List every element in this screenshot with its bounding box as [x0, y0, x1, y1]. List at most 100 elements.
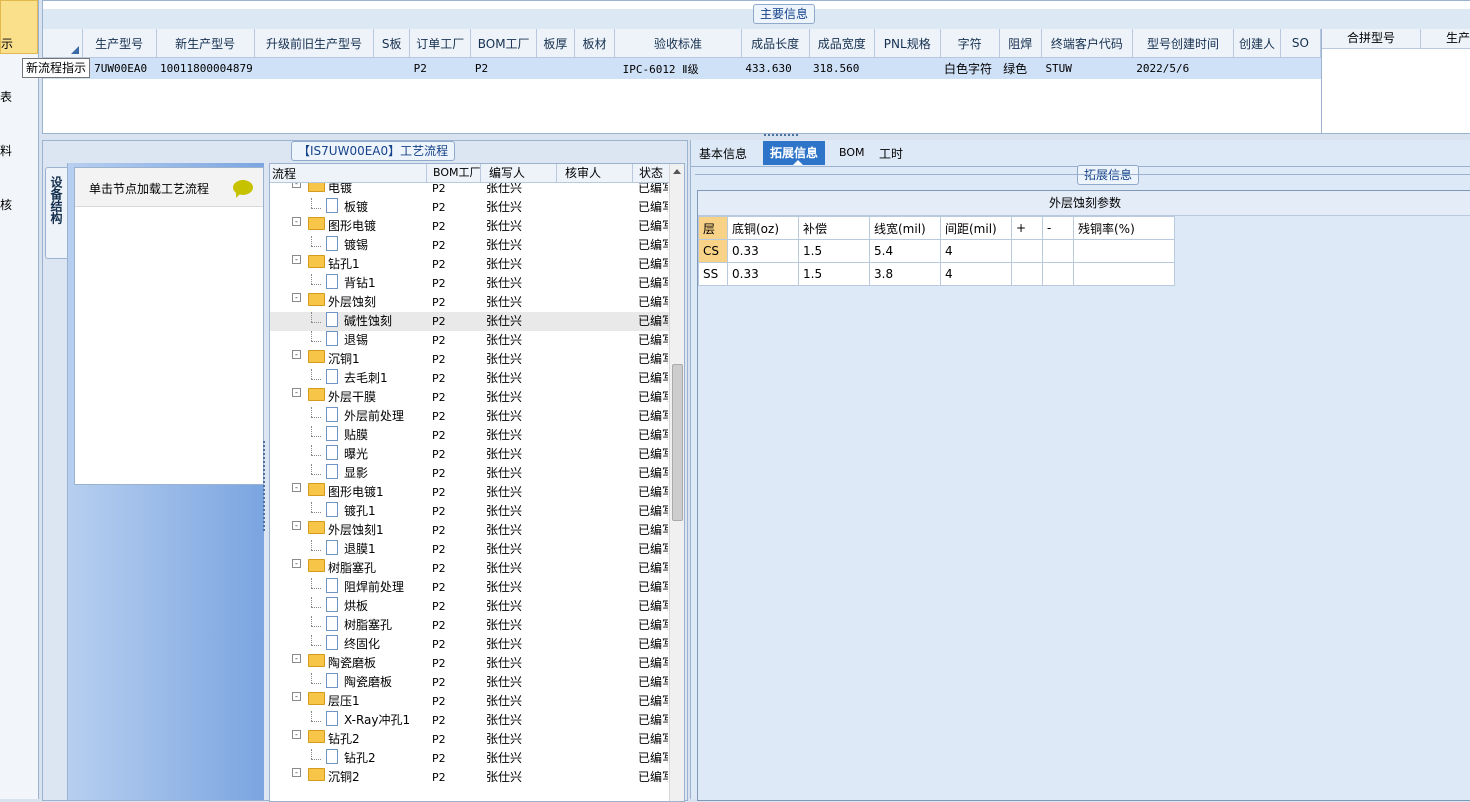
tree-row[interactable]: X-Ray冲孔1 P2 张仕兴 已编写: [270, 711, 682, 730]
col-header[interactable]: 状态: [632, 164, 663, 182]
tree-row[interactable]: 阻焊前处理 P2 张仕兴 已编写: [270, 578, 682, 597]
tree-row[interactable]: 曝光 P2 张仕兴 已编写: [270, 445, 682, 464]
tree-row[interactable]: - 外层蚀刻 P2 张仕兴 已编写: [270, 293, 682, 312]
tree-row[interactable]: 碱性蚀刻 P2 张仕兴 已编写: [270, 312, 682, 331]
col-header[interactable]: 升级前旧生产型号: [254, 29, 375, 58]
tree-row[interactable]: 去毛刺1 P2 张仕兴 已编写: [270, 369, 682, 388]
cell[interactable]: [1011, 239, 1043, 263]
col-header[interactable]: 残铜率(%): [1073, 216, 1175, 240]
tree-row[interactable]: 显影 P2 张仕兴 已编写: [270, 464, 682, 483]
tree-row[interactable]: 板镀 P2 张仕兴 已编写: [270, 198, 682, 217]
col-header[interactable]: 成品宽度: [809, 29, 875, 58]
cell[interactable]: [1011, 262, 1043, 286]
tree-row[interactable]: 镀孔1 P2 张仕兴 已编写: [270, 502, 682, 521]
merge-col-header[interactable]: 生产: [1446, 29, 1470, 48]
corner-cell[interactable]: [43, 29, 83, 58]
collapse-icon[interactable]: -: [292, 654, 301, 663]
collapse-icon[interactable]: -: [292, 388, 301, 397]
tree-row[interactable]: 退锡 P2 张仕兴 已编写: [270, 331, 682, 350]
left-nav-item-3[interactable]: 核: [0, 196, 12, 213]
hint-text[interactable]: 单击节点加载工艺流程: [89, 180, 209, 197]
tree-row[interactable]: - 树脂塞孔 P2 张仕兴 已编写: [270, 559, 682, 578]
cell[interactable]: [1042, 262, 1074, 286]
cell[interactable]: [1042, 239, 1074, 263]
col-header[interactable]: 流程: [272, 165, 296, 182]
collapse-icon[interactable]: -: [292, 255, 301, 264]
cell[interactable]: 1.5: [798, 262, 870, 286]
tree-row[interactable]: 钻孔2 P2 张仕兴 已编写: [270, 749, 682, 768]
col-header[interactable]: 字符: [940, 29, 1000, 58]
col-header[interactable]: 验收标准: [614, 29, 742, 58]
left-nav-item-2[interactable]: 料: [0, 142, 12, 159]
col-header[interactable]: S板: [373, 29, 411, 58]
cell[interactable]: 0.33: [727, 239, 799, 263]
col-header[interactable]: BOM工厂: [470, 29, 537, 58]
tab-basic-info[interactable]: 基本信息: [699, 145, 747, 162]
col-header[interactable]: SO: [1280, 29, 1321, 58]
tab-work-hours[interactable]: 工时: [879, 145, 903, 162]
col-header[interactable]: 终端客户代码: [1041, 29, 1133, 58]
tree-row[interactable]: 终固化 P2 张仕兴 已编写: [270, 635, 682, 654]
tree-row[interactable]: - 沉铜1 P2 张仕兴 已编写: [270, 350, 682, 369]
tree-row[interactable]: 退膜1 P2 张仕兴 已编写: [270, 540, 682, 559]
tree-row[interactable]: - 层压1 P2 张仕兴 已编写: [270, 692, 682, 711]
col-header[interactable]: 新生产型号: [156, 29, 255, 58]
tree-row[interactable]: - 钻孔1 P2 张仕兴 已编写: [270, 255, 682, 274]
cell[interactable]: 1.5: [798, 239, 870, 263]
tree-row[interactable]: - 图形电镀1 P2 张仕兴 已编写: [270, 483, 682, 502]
tree-row[interactable]: 镀锡 P2 张仕兴 已编写: [270, 236, 682, 255]
col-header[interactable]: BOM工厂: [426, 164, 481, 182]
col-header[interactable]: 板材: [574, 29, 616, 58]
table-row[interactable]: 7UW00EA0 10011800004879 P2 P2 IPC-6012 Ⅱ…: [43, 57, 1321, 79]
collapse-icon[interactable]: -: [292, 483, 301, 492]
cell[interactable]: [1073, 239, 1175, 263]
tree-row[interactable]: 树脂塞孔 P2 张仕兴 已编写: [270, 616, 682, 635]
cell[interactable]: 5.4: [869, 239, 941, 263]
cell[interactable]: [1073, 262, 1175, 286]
col-header[interactable]: 核审人: [556, 164, 601, 182]
tree-row[interactable]: 贴膜 P2 张仕兴 已编写: [270, 426, 682, 445]
tree-row[interactable]: - 外层蚀刻1 P2 张仕兴 已编写: [270, 521, 682, 540]
col-header[interactable]: 层: [698, 216, 728, 240]
scroll-thumb[interactable]: [672, 364, 683, 521]
collapse-icon[interactable]: -: [292, 293, 301, 302]
table-row[interactable]: SS 0.33 1.5 3.8 4: [698, 262, 1175, 286]
col-header[interactable]: 线宽(mil): [869, 216, 941, 240]
merge-col-header[interactable]: 合拼型号: [1322, 29, 1421, 48]
col-header[interactable]: 板厚: [536, 29, 575, 58]
tree-row[interactable]: - 外层干膜 P2 张仕兴 已编写: [270, 388, 682, 407]
col-header[interactable]: 间距(mil): [940, 216, 1012, 240]
tree-row[interactable]: 外层前处理 P2 张仕兴 已编写: [270, 407, 682, 426]
tree-row[interactable]: 陶瓷磨板 P2 张仕兴 已编写: [270, 673, 682, 692]
collapse-icon[interactable]: -: [292, 521, 301, 530]
collapse-icon[interactable]: -: [292, 217, 301, 226]
collapse-icon[interactable]: -: [292, 768, 301, 777]
col-header[interactable]: 阻焊: [999, 29, 1042, 58]
cell[interactable]: 0.33: [727, 262, 799, 286]
tree-row[interactable]: - 钻孔2 P2 张仕兴 已编写: [270, 730, 682, 749]
collapse-icon[interactable]: -: [292, 559, 301, 568]
tab-bom[interactable]: BOM: [839, 146, 865, 159]
scrollbar[interactable]: [669, 164, 684, 801]
tree-row[interactable]: - 沉铜2 P2 张仕兴 已编写: [270, 768, 682, 787]
table-row[interactable]: CS 0.33 1.5 5.4 4: [698, 239, 1175, 263]
left-nav-item-1[interactable]: 表: [0, 88, 12, 105]
tree-row[interactable]: - 图形电镀 P2 张仕兴 已编写: [270, 217, 682, 236]
tree-row[interactable]: - 陶瓷磨板 P2 张仕兴 已编写: [270, 654, 682, 673]
cell[interactable]: 4: [940, 239, 1012, 263]
tree-row[interactable]: 烘板 P2 张仕兴 已编写: [270, 597, 682, 616]
scroll-up-icon[interactable]: [673, 169, 681, 174]
col-header[interactable]: PNL规格: [874, 29, 941, 58]
tree-row[interactable]: 背钻1 P2 张仕兴 已编写: [270, 274, 682, 293]
collapse-icon[interactable]: -: [292, 350, 301, 359]
cell[interactable]: 3.8: [869, 262, 941, 286]
col-header[interactable]: 编写人: [480, 164, 525, 182]
col-header[interactable]: 底铜(oz): [727, 216, 799, 240]
col-header[interactable]: +: [1011, 216, 1043, 240]
cell[interactable]: 4: [940, 262, 1012, 286]
left-nav-item-0[interactable]: 示: [0, 0, 38, 54]
col-header[interactable]: 型号创建时间: [1132, 29, 1235, 58]
collapse-icon[interactable]: -: [292, 730, 301, 739]
col-header[interactable]: 成品长度: [741, 29, 810, 58]
col-header[interactable]: 补偿: [798, 216, 870, 240]
